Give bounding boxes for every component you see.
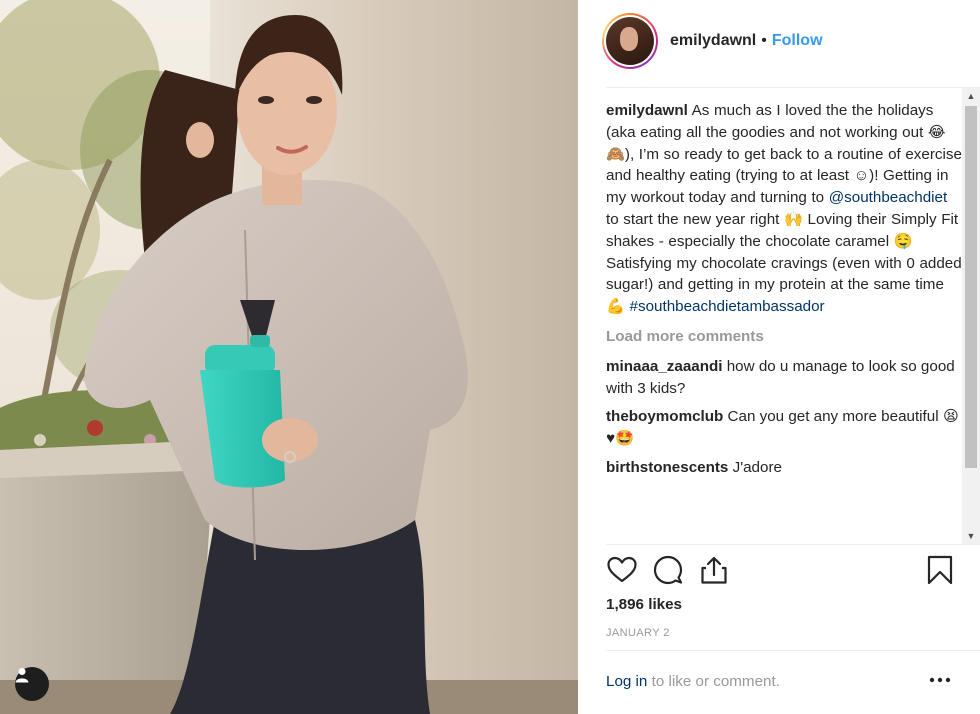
load-more-comments-button[interactable]: Load more comments xyxy=(606,326,962,348)
post-actions xyxy=(606,554,953,588)
login-prompt: Log in to like or comment. xyxy=(606,673,780,690)
post-side-panel: emilydawnl • Follow emilydawnl As much a… xyxy=(578,0,980,714)
login-link[interactable]: Log in xyxy=(606,673,647,690)
more-options-icon[interactable] xyxy=(928,668,952,692)
comment-icon[interactable] xyxy=(652,554,684,586)
profile-avatar[interactable] xyxy=(602,13,658,69)
post-header: emilydawnl • Follow xyxy=(578,0,980,82)
photo-illustration xyxy=(0,0,578,714)
scroll-thumb[interactable] xyxy=(965,106,977,468)
comments-list[interactable]: emilydawnl As much as I loved the the ho… xyxy=(606,100,962,544)
comment-username[interactable]: theboymomclub xyxy=(606,408,723,425)
likes-count[interactable]: 1,896 likes xyxy=(606,596,682,613)
follow-separator: • xyxy=(761,32,767,49)
login-divider xyxy=(606,650,980,651)
heart-icon[interactable] xyxy=(606,554,638,586)
user-tag-icon[interactable] xyxy=(15,667,49,701)
share-icon[interactable] xyxy=(698,554,730,586)
follow-button[interactable]: Follow xyxy=(772,32,823,50)
post-photo[interactable] xyxy=(0,0,578,714)
comment-username[interactable]: minaaa_zaaandi xyxy=(606,358,723,375)
caption-hashtag-link[interactable]: #southbeachdietambassador xyxy=(630,298,825,315)
comment-text: J'adore xyxy=(732,458,782,476)
comment-item: minaaa_zaaandi how do u manage to look s… xyxy=(606,356,962,400)
bookmark-icon[interactable] xyxy=(924,554,956,586)
post-date[interactable]: JANUARY 2 xyxy=(606,627,670,639)
caption: emilydawnl As much as I loved the the ho… xyxy=(606,100,962,318)
comment-username[interactable]: birthstonescents xyxy=(606,459,728,476)
scroll-up-arrow-icon[interactable]: ▲ xyxy=(962,88,980,104)
header-divider xyxy=(606,87,980,88)
header-username[interactable]: emilydawnl xyxy=(670,32,756,50)
login-text: to like or comment. xyxy=(651,673,780,690)
caption-mention-link[interactable]: @southbeachdiet xyxy=(829,189,947,206)
caption-username[interactable]: emilydawnl xyxy=(606,102,688,119)
comment-item: theboymomclub Can you get any more beaut… xyxy=(606,406,962,450)
actions-divider xyxy=(606,544,980,545)
comments-scrollbar[interactable]: ▲ ▼ xyxy=(962,88,980,544)
scroll-down-arrow-icon[interactable]: ▼ xyxy=(962,528,980,544)
comment-item: birthstonescents J'adore xyxy=(606,457,962,479)
